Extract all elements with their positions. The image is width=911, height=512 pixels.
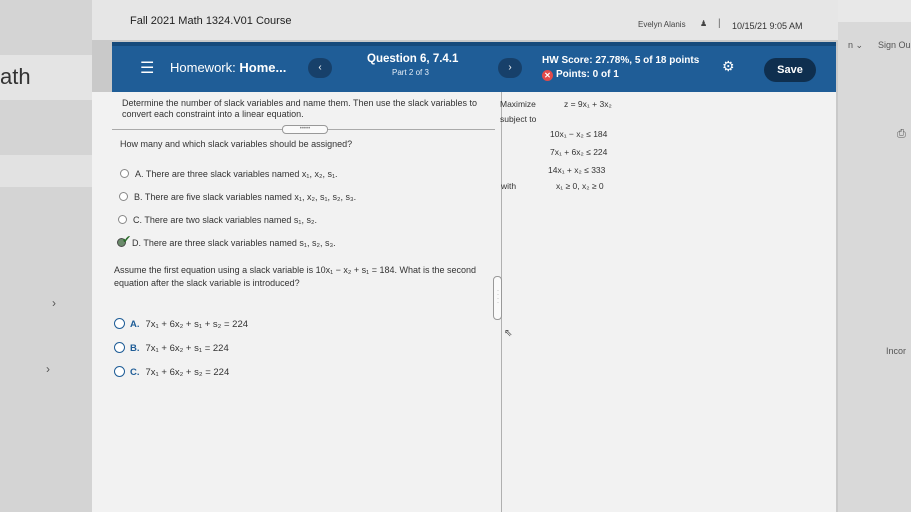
user-name[interactable]: Evelyn Alanis	[638, 20, 686, 29]
left-panel-band	[0, 155, 92, 187]
course-topbar: Fall 2021 Math 1324.V01 Course Evelyn Al…	[92, 0, 838, 40]
question-1: How many and which slack variables shoul…	[120, 139, 353, 149]
question-content: · · · · Determine the number of slack varia…	[92, 92, 836, 512]
sign-out-link[interactable]: Sign Ou	[878, 40, 911, 50]
homework-title-prefix: Homework:	[170, 60, 236, 75]
radio-button[interactable]	[114, 318, 125, 329]
points-text: Points: 0 of 1	[556, 69, 619, 80]
save-button[interactable]: Save	[764, 58, 816, 82]
chevron-right-icon[interactable]: ›	[46, 362, 50, 376]
with-label: with	[501, 181, 517, 191]
option-2b[interactable]: B. 7x₁ + 6x₂ + s₁ = 224	[114, 342, 229, 354]
right-panel-top	[838, 0, 911, 22]
question-number: Question 6, 7.4.1	[367, 53, 459, 65]
mouse-cursor-icon: ⇖	[504, 328, 513, 339]
next-question-button[interactable]: ›	[498, 58, 522, 78]
correct-check-icon: ✔	[122, 234, 132, 246]
browser-right-panel	[838, 0, 911, 512]
instructions: Determine the number of slack variables …	[122, 98, 478, 119]
collapse-handle[interactable]: •••••	[282, 125, 328, 134]
homework-title[interactable]: Homework: Home...	[170, 60, 286, 75]
print-icon[interactable]: ⎙	[897, 128, 906, 141]
previous-question-button[interactable]: ‹	[308, 58, 332, 78]
chevron-right-icon[interactable]: ›	[52, 296, 56, 310]
right-panel-status: Incor	[886, 346, 907, 356]
subject-to-label: subject to	[500, 114, 537, 124]
user-icon: ♟	[700, 19, 708, 28]
constraint-2: 7x₁ + 6x₂ ≤ 224	[550, 147, 608, 157]
radio-button[interactable]	[119, 192, 128, 201]
hamburger-menu-icon[interactable]: ☰	[140, 58, 154, 78]
constraint-3: 14x₁ + x₂ ≤ 333	[548, 165, 606, 175]
option-1a[interactable]: A. There are three slack variables named…	[120, 169, 338, 179]
datetime: 10/15/21 9:05 AM	[732, 21, 803, 31]
left-panel-title: ath	[0, 64, 31, 89]
radio-button[interactable]	[114, 366, 125, 377]
points-status: ✕ Points: 0 of 1	[542, 69, 619, 81]
maximize-label: Maximize	[500, 99, 536, 109]
homework-title-main: Home...	[239, 60, 287, 75]
constraint-1: 10x₁ − x₂ ≤ 184	[550, 129, 608, 139]
option-1b[interactable]: B. There are five slack variables named …	[119, 192, 356, 202]
pane-resize-handle[interactable]: · · · ·	[493, 276, 502, 320]
hw-score: HW Score: 27.78%, 5 of 18 points	[542, 55, 700, 66]
radio-button[interactable]	[118, 215, 127, 224]
objective-function: z = 9x₁ + 3x₂	[564, 99, 612, 109]
radio-button[interactable]	[120, 169, 129, 178]
option-1c[interactable]: C. There are two slack variables named s…	[118, 215, 317, 225]
incorrect-icon: ✕	[542, 70, 553, 81]
option-2c[interactable]: C. 7x₁ + 6x₂ + s₂ = 224	[114, 366, 229, 378]
nonnegativity-constraints: x₁ ≥ 0, x₂ ≥ 0	[556, 181, 604, 191]
separator: |	[718, 18, 721, 29]
handle-grip-icon: · · · ·	[497, 288, 499, 306]
right-panel-dropdown[interactable]: n ⌄	[848, 40, 863, 51]
radio-button[interactable]	[114, 342, 125, 353]
question-2: Assume the first equation using a slack …	[114, 265, 477, 288]
option-2a[interactable]: A. 7x₁ + 6x₂ + s₁ + s₂ = 224	[114, 318, 248, 330]
homework-header: ☰ Homework: Home... ‹ Question 6, 7.4.1 …	[112, 42, 836, 92]
option-1d[interactable]: D. There are three slack variables named…	[117, 238, 336, 248]
question-part: Part 2 of 3	[392, 68, 429, 77]
course-title: Fall 2021 Math 1324.V01 Course	[130, 15, 292, 27]
gear-icon[interactable]: ⚙	[722, 58, 735, 75]
